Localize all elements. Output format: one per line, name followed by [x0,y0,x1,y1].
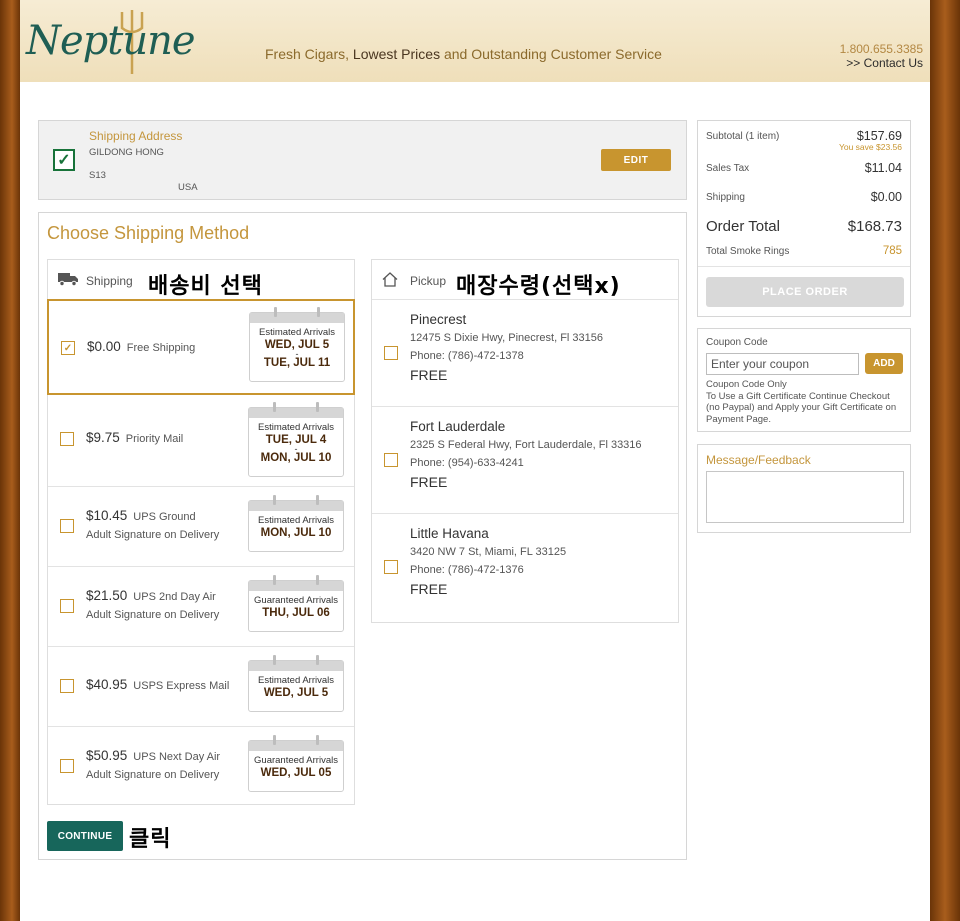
shipping-address-title: Shipping Address [89,129,183,143]
calendar-icon [249,655,343,671]
pickup-column-header: Pickup 매장수령(선택x) [372,260,678,300]
shipping-column-header: Shipping 배송비 선택 [48,260,354,300]
shipping-option-price: $0.00 Free Shipping [87,339,196,354]
shipping-column: Shipping 배송비 선택 ✓ $0.00 Free Shipping Est… [47,259,355,805]
shipping-option-ups-next-day[interactable]: $50.95 UPS Next Day Air Adult Signature o… [48,727,354,805]
truck-icon [58,273,78,286]
pickup-option-checkbox[interactable] [384,453,398,467]
arrival-calendar: Estimated Arrivals TUE, JUL 4 - MON, JUL… [248,402,344,477]
arrival-calendar: Guaranteed Arrivals WED, JUL 05 [248,735,344,792]
calendar-icon [249,735,343,751]
shipping-option-price: $10.45 UPS Ground [86,508,196,523]
shipping-option-price: $50.95 UPS Next Day Air [86,748,221,763]
order-summary: Subtotal (1 item) $157.69 You save $23.5… [697,120,911,317]
shipping-option-priority-mail[interactable]: $9.75 Priority Mail Estimated Arrivals TU… [48,395,354,487]
feedback-label: Message/Feedback [706,453,811,467]
annotation-select-shipping: 배송비 선택 [148,274,263,299]
phone-number[interactable]: 1.800.655.3385 [840,42,923,56]
shipping-option-usps-express[interactable]: $40.95 USPS Express Mail Estimated Arriva… [48,647,354,727]
coupon-input[interactable] [706,353,859,375]
home-icon [382,272,398,287]
site-header: Neptune Fresh Cigars, Lowest Prices and … [20,0,930,82]
shipping-address-box: ✓ Shipping Address GILDONG HONG S13 USA … [38,120,687,200]
edit-address-button[interactable]: EDIT [601,149,671,171]
pickup-column: Pickup 매장수령(선택x) Pinecrest 12475 S Dixie… [371,259,679,623]
pickup-option-checkbox[interactable] [384,346,398,360]
shipping-option-checkbox[interactable] [60,432,74,446]
calendar-icon [249,575,343,591]
shipping-option-signature: Adult Signature on Delivery [86,769,220,781]
address-country: USA [178,182,198,193]
shipping-option-signature: Adult Signature on Delivery [86,529,220,541]
site-logo[interactable]: Neptune [26,18,196,64]
place-order-button[interactable]: PLACE ORDER [706,277,904,307]
summary-you-save: You save $23.56 [838,142,902,152]
shipping-option-checkbox[interactable] [60,519,74,533]
shipping-option-ups-ground[interactable]: $10.45 UPS Ground Adult Signature on Deli… [48,487,354,567]
address-confirmed-check-icon: ✓ [53,149,75,171]
coupon-box: Coupon Code ADD Coupon Code Only To Use … [697,328,911,432]
shipping-option-free[interactable]: ✓ $0.00 Free Shipping Estimated Arrivals … [47,299,355,395]
shipping-option-checkbox[interactable]: ✓ [61,341,75,355]
calendar-icon [250,307,344,323]
pickup-option-fort-lauderdale[interactable]: Fort Lauderdale 2325 S Federal Hwy, Fort… [372,407,678,514]
site-tagline: Fresh Cigars, Lowest Prices and Outstand… [265,46,662,62]
checkout-page: Neptune Fresh Cigars, Lowest Prices and … [20,0,930,921]
address-line-2: S13 [89,170,106,181]
shipping-option-ups-2nd-day[interactable]: $21.50 UPS 2nd Day Air Adult Signature on… [48,567,354,647]
pickup-option-pinecrest[interactable]: Pinecrest 12475 S Dixie Hwy, Pinecrest, … [372,300,678,407]
contact-us-link[interactable]: >> Contact Us [840,56,923,70]
summary-divider [698,266,910,267]
feedback-box: Message/Feedback [697,444,911,533]
annotation-pickup-not-selected: 매장수령(선택x) [456,274,621,299]
address-name: GILDONG HONG [89,147,164,158]
shipping-option-price: $40.95 USPS Express Mail [86,677,230,692]
calendar-icon [249,402,343,418]
shipping-option-signature: Adult Signature on Delivery [86,609,220,621]
calendar-icon [249,495,343,511]
continue-button[interactable]: CONTINUE [47,821,123,851]
shipping-option-checkbox[interactable] [60,599,74,613]
shipping-method-section: Choose Shipping Method Shipping 배송비 선택 ✓… [38,212,687,860]
pickup-option-little-havana[interactable]: Little Havana 3420 NW 7 St, Miami, FL 33… [372,514,678,621]
shipping-option-checkbox[interactable] [60,679,74,693]
shipping-option-price: $21.50 UPS 2nd Day Air [86,588,216,603]
feedback-textarea[interactable] [706,471,904,523]
add-coupon-button[interactable]: ADD [865,353,903,374]
shipping-option-price: $9.75 Priority Mail [86,430,184,445]
arrival-calendar: Estimated Arrivals MON, JUL 10 [248,495,344,552]
annotation-click: 클릭 [129,827,172,852]
shipping-method-title: Choose Shipping Method [47,223,250,243]
arrival-calendar: Estimated Arrivals WED, JUL 5 - TUE, JUL… [249,307,345,382]
arrival-calendar: Guaranteed Arrivals THU, JUL 06 [248,575,344,632]
pickup-option-checkbox[interactable] [384,560,398,574]
coupon-note: Coupon Code Only To Use a Gift Certifica… [706,379,897,425]
arrival-calendar: Estimated Arrivals WED, JUL 5 [248,655,344,712]
coupon-label: Coupon Code [706,337,768,348]
shipping-column-label: Shipping [86,274,133,288]
shipping-option-checkbox[interactable] [60,759,74,773]
pickup-column-label: Pickup [410,274,447,288]
contact-block: 1.800.655.3385 >> Contact Us [840,42,923,70]
